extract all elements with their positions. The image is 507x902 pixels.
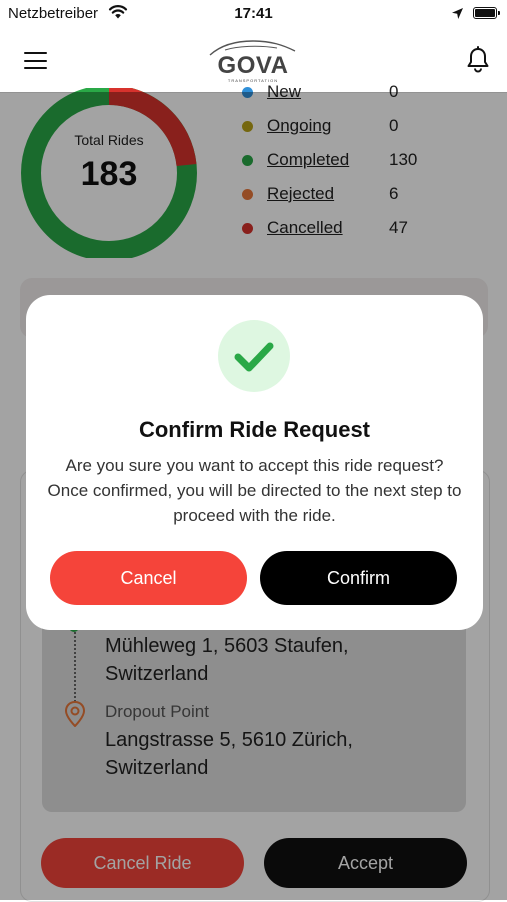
location-arrow-icon <box>452 8 463 19</box>
battery-icon <box>473 7 500 19</box>
gova-logo: GOVA TRANSPORTATION <box>207 36 299 88</box>
app-header: GOVA TRANSPORTATION <box>0 30 507 93</box>
dialog-message: Are you sure you want to accept this rid… <box>47 456 462 525</box>
success-badge <box>218 320 290 392</box>
menu-button[interactable] <box>24 52 48 70</box>
check-icon <box>234 342 274 372</box>
notification-bell-icon[interactable] <box>465 46 491 74</box>
status-bar: Netzbetreiber 17:41 <box>0 0 507 30</box>
status-time: 17:41 <box>234 5 273 22</box>
logo-text: GOVA <box>217 52 289 79</box>
dialog-cancel-button[interactable]: Cancel <box>50 551 247 605</box>
dialog-title: Confirm Ride Request <box>138 417 371 442</box>
confirm-ride-dialog: Confirm Ride Request Are you sure you wa… <box>26 295 483 630</box>
dialog-confirm-button[interactable]: Confirm <box>260 551 457 605</box>
